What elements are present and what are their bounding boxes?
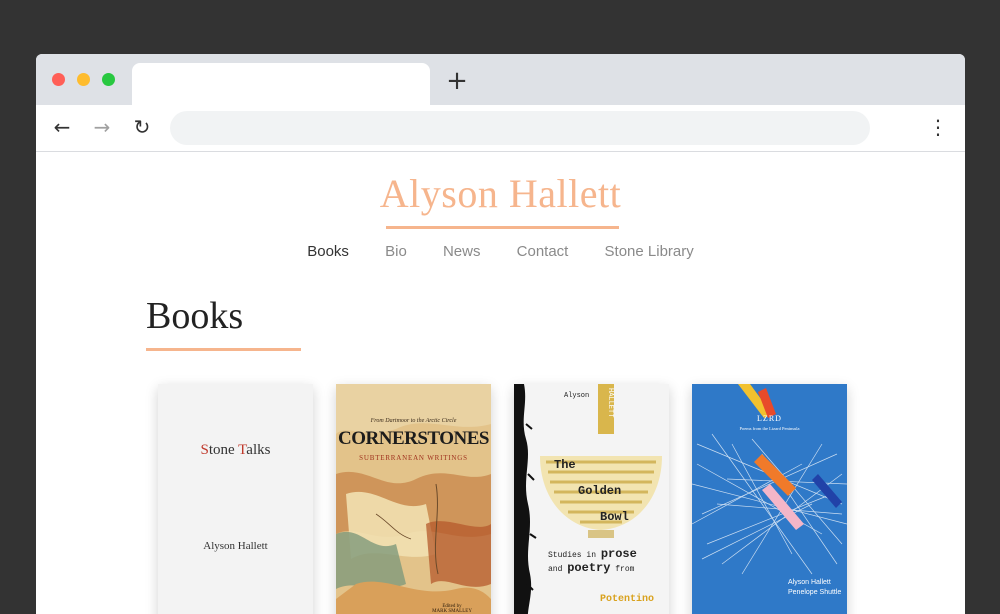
book-title-part: tone	[208, 442, 239, 458]
nav-link-contact[interactable]: Contact	[517, 243, 569, 260]
book-cover-stone-talks[interactable]: Stone Talks Alyson Hallett	[158, 384, 313, 614]
book-subtitle: SUBTERRANEAN WRITINGS	[359, 454, 468, 462]
active-tab[interactable]	[132, 63, 430, 105]
book-cover-golden-bowl[interactable]: Alyson HALLETT The Golden Bowl Studies i…	[514, 384, 669, 614]
title-underline	[386, 226, 619, 229]
nav-link-news[interactable]: News	[443, 243, 481, 260]
address-bar[interactable]	[170, 111, 870, 145]
book-title-word: Bowl	[600, 510, 629, 524]
page-heading: Books	[146, 295, 244, 337]
tab-bar: +	[36, 54, 965, 105]
kebab-menu-icon[interactable]: ⋮	[926, 115, 950, 139]
book-cover-lzrd[interactable]: LZRD Poems from the Lizard Peninsula Aly…	[692, 384, 847, 614]
heading-underline	[146, 348, 301, 351]
book-author: Alyson Hallett	[788, 579, 831, 586]
book-subtitle-part: and	[548, 565, 563, 574]
back-arrow-icon[interactable]: ←	[50, 115, 74, 139]
close-window-button[interactable]	[52, 73, 65, 86]
book-title: LZRD	[757, 414, 782, 423]
nav-link-bio[interactable]: Bio	[385, 243, 407, 260]
browser-toolbar: ← → ↻ ⋮	[36, 105, 965, 152]
site-nav: Books Bio News Contact Stone Library	[36, 243, 965, 265]
book-subtitle: Poems from the Lizard Peninsula	[739, 426, 800, 431]
book-author: Alyson	[564, 392, 590, 400]
book-authors: Alyson Hallett Penelope Shuttle	[788, 578, 841, 598]
book-subtitle: Studies in prose and poetry from	[548, 548, 663, 576]
book-subtitle-part: Studies in	[548, 551, 597, 560]
book-subtitle-part: prose	[600, 547, 637, 561]
book-title-word: The	[554, 458, 576, 472]
web-page: Alyson Hallett Books Bio News Contact St…	[36, 152, 965, 614]
browser-window: + ← → ↻ ⋮ Alyson Hallett Books Bio News …	[36, 54, 965, 614]
book-author: Alyson Hallett	[203, 540, 268, 552]
book-editor: Edited by MARK SMALLEY	[422, 604, 482, 614]
book-editor-name: MARK SMALLEY	[432, 609, 472, 614]
book-title-word: Golden	[578, 484, 622, 498]
forward-arrow-icon[interactable]: →	[90, 115, 114, 139]
book-cover-cornerstones[interactable]: From Dartmoor to the Arctic Circle CORNE…	[336, 384, 491, 614]
book-author: Penelope Shuttle	[788, 589, 842, 596]
book-title: Stone Talks	[158, 442, 313, 459]
book-title-accent: S	[200, 442, 209, 458]
minimize-window-button[interactable]	[77, 73, 90, 86]
nav-link-stone-library[interactable]: Stone Library	[605, 243, 694, 260]
book-subtitle-part: from	[615, 565, 635, 574]
book-tagline: From Dartmoor to the Arctic Circle	[370, 418, 457, 424]
new-tab-icon[interactable]: +	[444, 68, 470, 94]
maximize-window-button[interactable]	[102, 73, 115, 86]
nav-link-books[interactable]: Books	[307, 243, 349, 260]
book-title: CORNERSTONES	[338, 428, 489, 449]
book-title-part: alks	[246, 442, 271, 458]
reload-icon[interactable]: ↻	[130, 115, 154, 139]
site-title[interactable]: Alyson Hallett	[36, 170, 965, 217]
book-subtitle-part: poetry	[567, 561, 611, 575]
book-band-text: HALLETT	[606, 388, 614, 418]
